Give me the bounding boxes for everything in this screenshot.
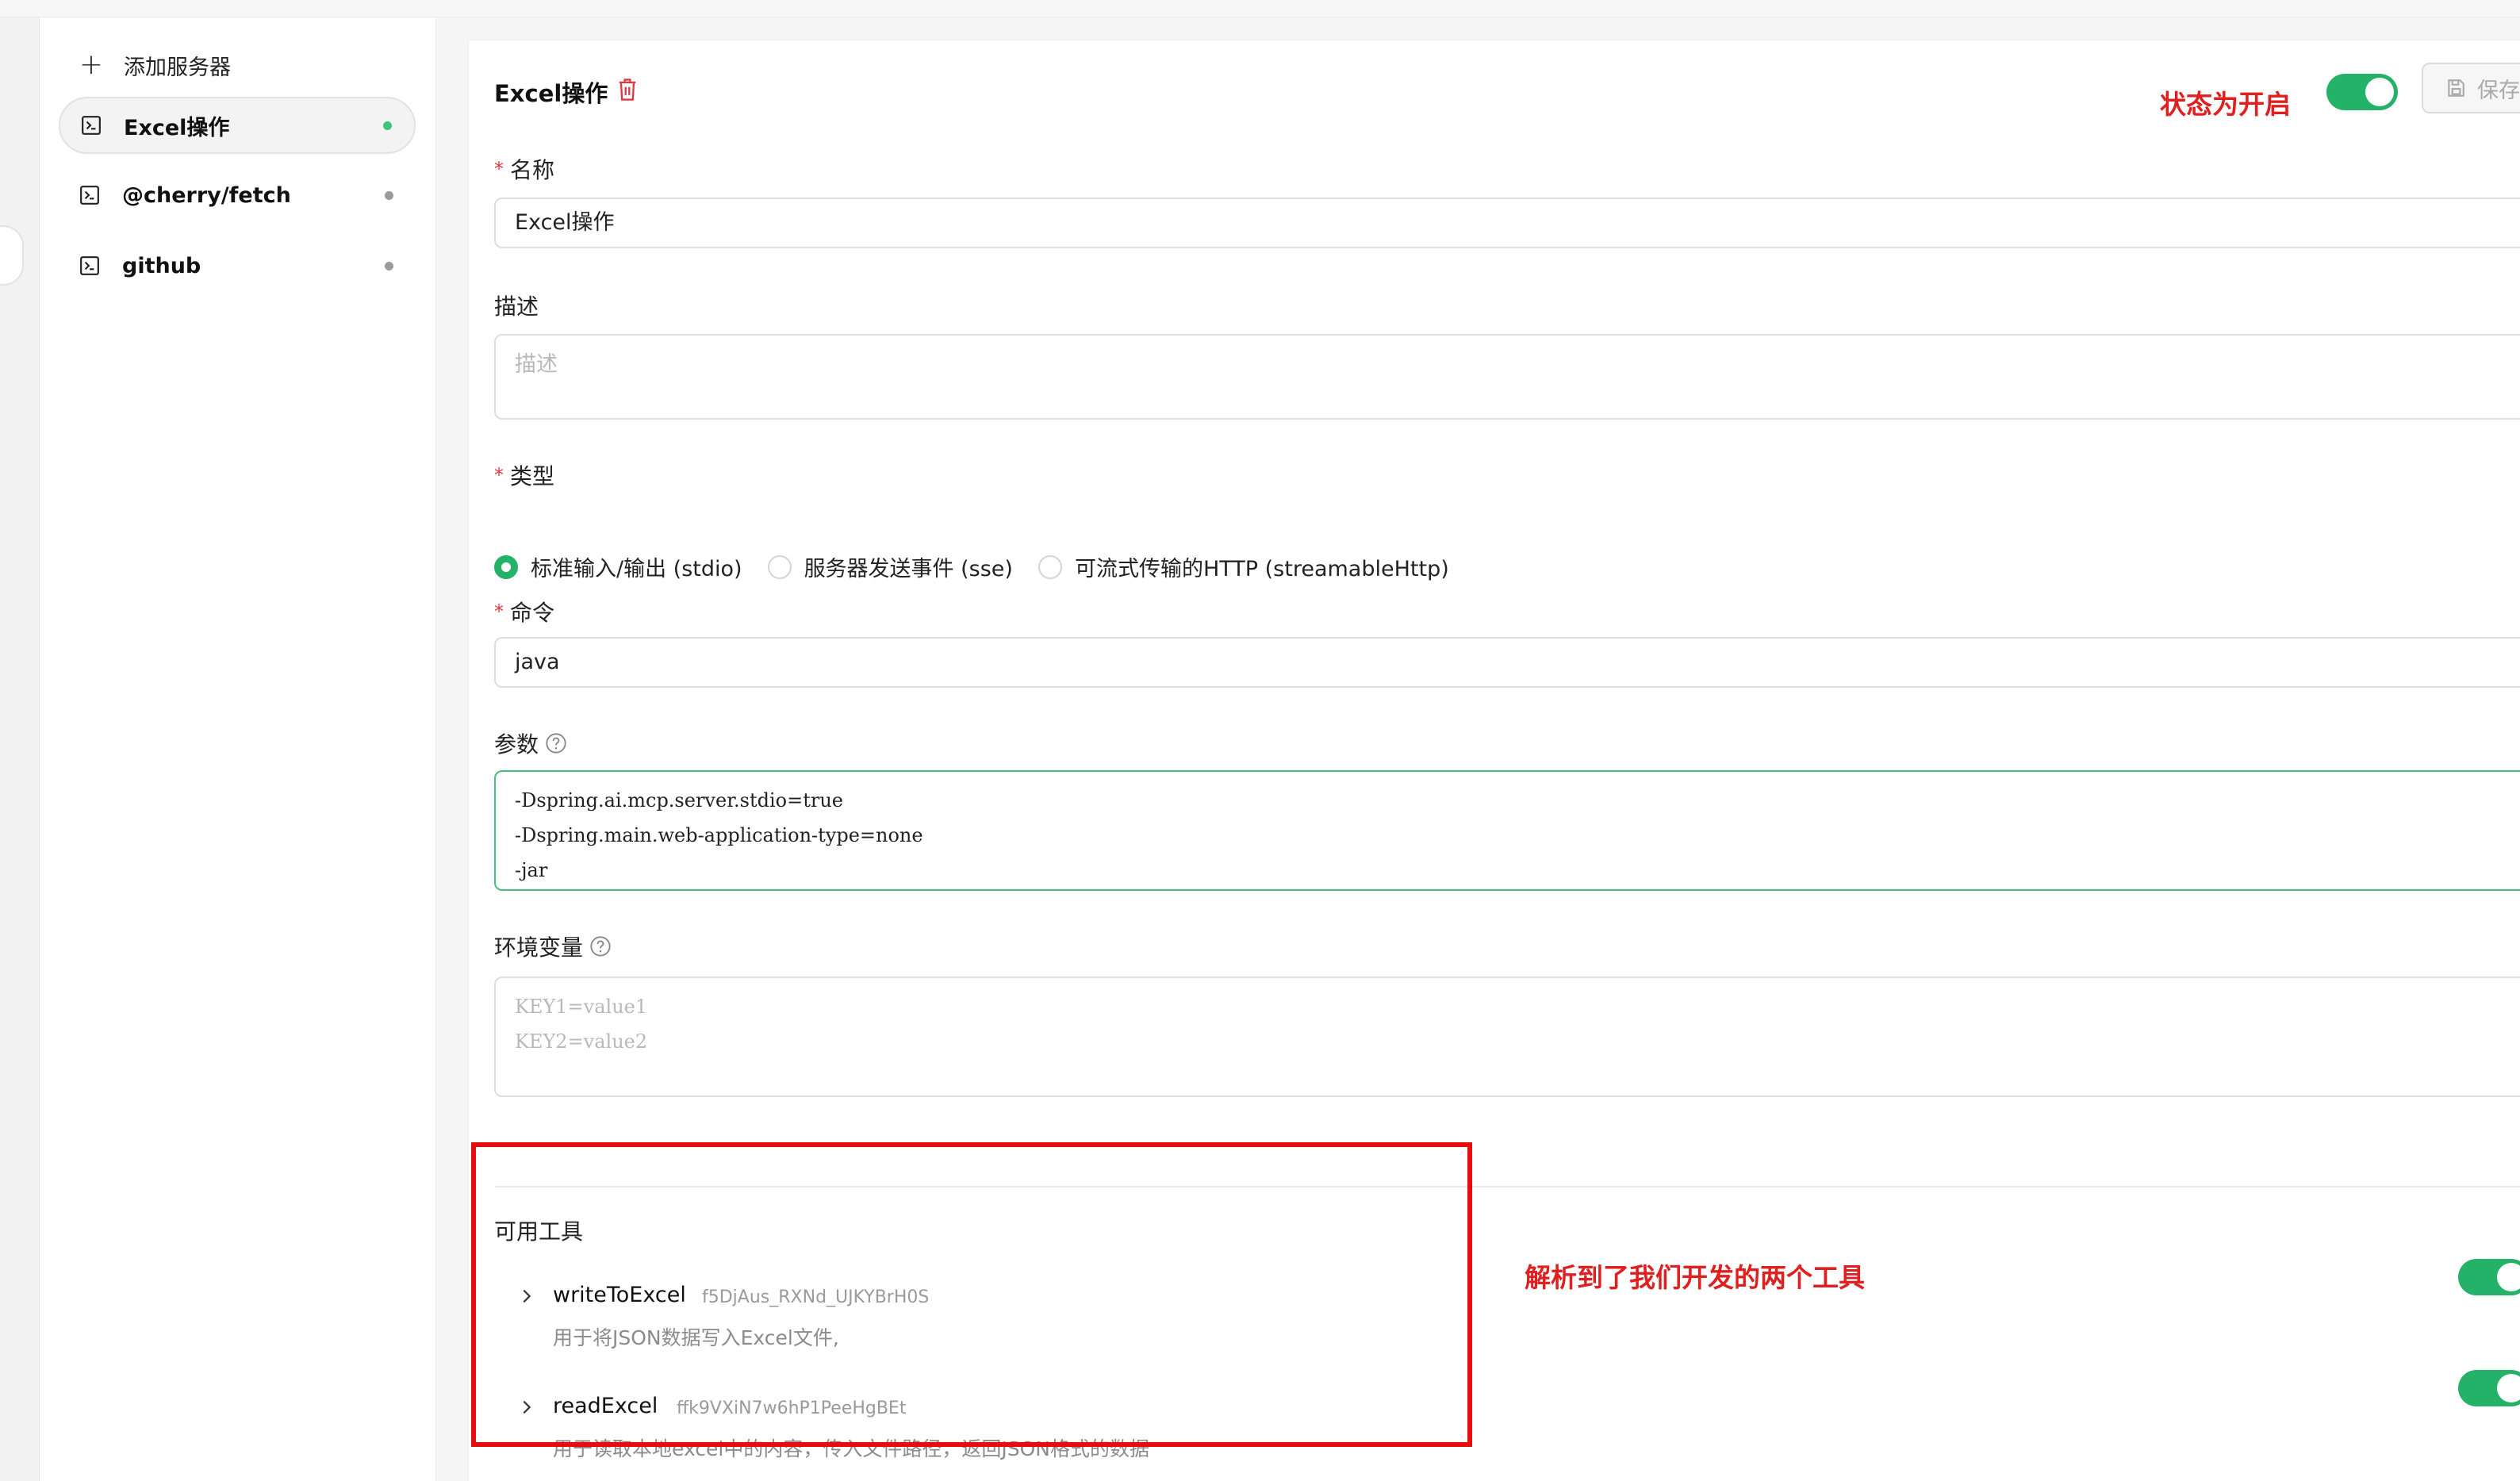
toggle-knob	[2365, 78, 2394, 106]
page-title: Excel操作	[494, 80, 608, 107]
radio-label: 可流式传输的HTTP (streamableHttp)	[1074, 557, 1449, 581]
required-mark: *	[494, 158, 504, 180]
type-label: * 类型	[494, 459, 554, 491]
add-server-button[interactable]: + 添加服务器	[78, 41, 411, 89]
tool-toggle-readExcel[interactable]	[2458, 1370, 2520, 1406]
tool-item-writeToExcel[interactable]: writeToExcel f5DjAus_RXNd_UJKYBrH0S 用于将J…	[518, 1283, 1470, 1354]
sidebar-item-label: Excel操作	[124, 115, 230, 140]
required-mark: *	[494, 600, 504, 623]
radio-label: 服务器发送事件 (sse)	[804, 557, 1013, 581]
status-annotation: 状态为开启	[2160, 89, 2291, 120]
tools-annotation: 解析到了我们开发的两个工具	[1525, 1262, 1865, 1293]
chevron-right-icon[interactable]	[518, 1399, 535, 1416]
tool-toggle-writeToExcel[interactable]	[2458, 1259, 2520, 1295]
tool-description: 用于读取本地excel中的内容，传入文件路径，返回JSON格式的数据	[553, 1437, 1149, 1460]
terminal-icon	[82, 116, 101, 135]
args-label-text: 参数	[494, 731, 539, 758]
radio-circle	[1038, 554, 1062, 579]
args-line: -jar	[515, 859, 548, 881]
type-label-text: 类型	[510, 463, 555, 489]
toggle-knob	[2497, 1263, 2520, 1291]
rail-handle[interactable]	[0, 225, 24, 286]
status-dot	[385, 190, 393, 200]
sidebar-item-label: @cherry/fetch	[122, 182, 291, 208]
name-input[interactable]: Excel操作	[494, 198, 2520, 248]
description-placeholder: 描述	[515, 352, 558, 377]
name-value: Excel操作	[515, 210, 615, 235]
type-radio-stdio[interactable]: 标准输入/输出 (stdio)	[494, 551, 742, 582]
trash-icon[interactable]	[616, 77, 639, 102]
tool-id: ffk9VXiN7w6hP1PeeHgBEt	[677, 1399, 907, 1418]
args-label: 参数	[494, 727, 567, 759]
chevron-right-icon[interactable]	[518, 1287, 535, 1305]
required-mark: *	[494, 464, 504, 486]
help-icon[interactable]	[589, 935, 612, 957]
args-textarea[interactable]: -Dspring.ai.mcp.server.stdio=true -Dspri…	[494, 770, 2520, 891]
args-line: -Dspring.ai.mcp.server.stdio=true	[515, 789, 843, 811]
tool-name: writeToExcel	[553, 1283, 686, 1307]
plus-icon: +	[79, 48, 104, 81]
radio-label: 标准输入/输出 (stdio)	[531, 557, 742, 581]
sidebar-item-excel[interactable]: Excel操作	[59, 97, 416, 154]
terminal-icon	[80, 186, 99, 205]
command-label-text: 命令	[510, 600, 555, 626]
tool-name: readExcel	[553, 1394, 658, 1418]
env-label-text: 环境变量	[494, 934, 584, 961]
sidebar-item-cherry-fetch[interactable]: @cherry/fetch	[59, 167, 416, 224]
description-textarea[interactable]: 描述	[494, 334, 2520, 420]
server-enable-toggle[interactable]	[2326, 74, 2398, 110]
toggle-knob	[2497, 1374, 2520, 1402]
add-server-label: 添加服务器	[124, 55, 231, 80]
status-dot	[385, 261, 393, 270]
type-radio-group: 标准输入/输出 (stdio) 服务器发送事件 (sse) 可流式传输的HTTP…	[494, 551, 1449, 582]
sidebar-item-github[interactable]: github	[59, 237, 416, 294]
description-label: 描述	[494, 290, 539, 321]
status-dot	[383, 121, 392, 130]
command-input[interactable]: java	[494, 637, 2520, 688]
command-label: * 命令	[494, 596, 554, 627]
section-divider	[494, 1186, 2520, 1187]
description-label-text: 描述	[494, 294, 539, 320]
name-label: * 名称	[494, 153, 554, 185]
tool-id: f5DjAus_RXNd_UJKYBrH0S	[702, 1287, 930, 1307]
terminal-icon	[80, 256, 99, 275]
env-label: 环境变量	[494, 930, 612, 962]
server-detail-panel: Excel操作 状态为开启 保存 * 名称 Excel操作 描述 描述 * 类型	[468, 40, 2520, 1481]
tool-item-readExcel[interactable]: readExcel ffk9VXiN7w6hP1PeeHgBEt 用于读取本地e…	[518, 1394, 1470, 1465]
save-label: 保存	[2477, 78, 2520, 103]
tool-description: 用于将JSON数据写入Excel文件,	[553, 1326, 839, 1349]
tools-section-title: 可用工具	[494, 1218, 584, 1245]
name-label-text: 名称	[510, 157, 555, 183]
env-placeholder-line: KEY2=value2	[515, 1030, 648, 1053]
save-button[interactable]: 保存	[2422, 63, 2520, 113]
env-placeholder-line: KEY1=value1	[515, 996, 648, 1018]
left-rail	[0, 17, 40, 1481]
env-textarea[interactable]: KEY1=value1 KEY2=value2	[494, 976, 2520, 1097]
type-radio-sse[interactable]: 服务器发送事件 (sse)	[767, 551, 1013, 582]
radio-circle	[494, 554, 518, 579]
server-sidebar: + 添加服务器 Excel操作 @cherry/fetch github	[40, 17, 436, 1481]
help-icon[interactable]	[545, 732, 567, 754]
sidebar-item-label: github	[122, 253, 201, 278]
save-icon	[2448, 79, 2464, 97]
type-radio-streamable-http[interactable]: 可流式传输的HTTP (streamableHttp)	[1038, 551, 1449, 582]
window-top-bar	[0, 0, 2520, 17]
radio-circle	[767, 554, 792, 579]
args-line: -Dspring.main.web-application-type=none	[515, 824, 923, 846]
command-value: java	[515, 650, 560, 674]
